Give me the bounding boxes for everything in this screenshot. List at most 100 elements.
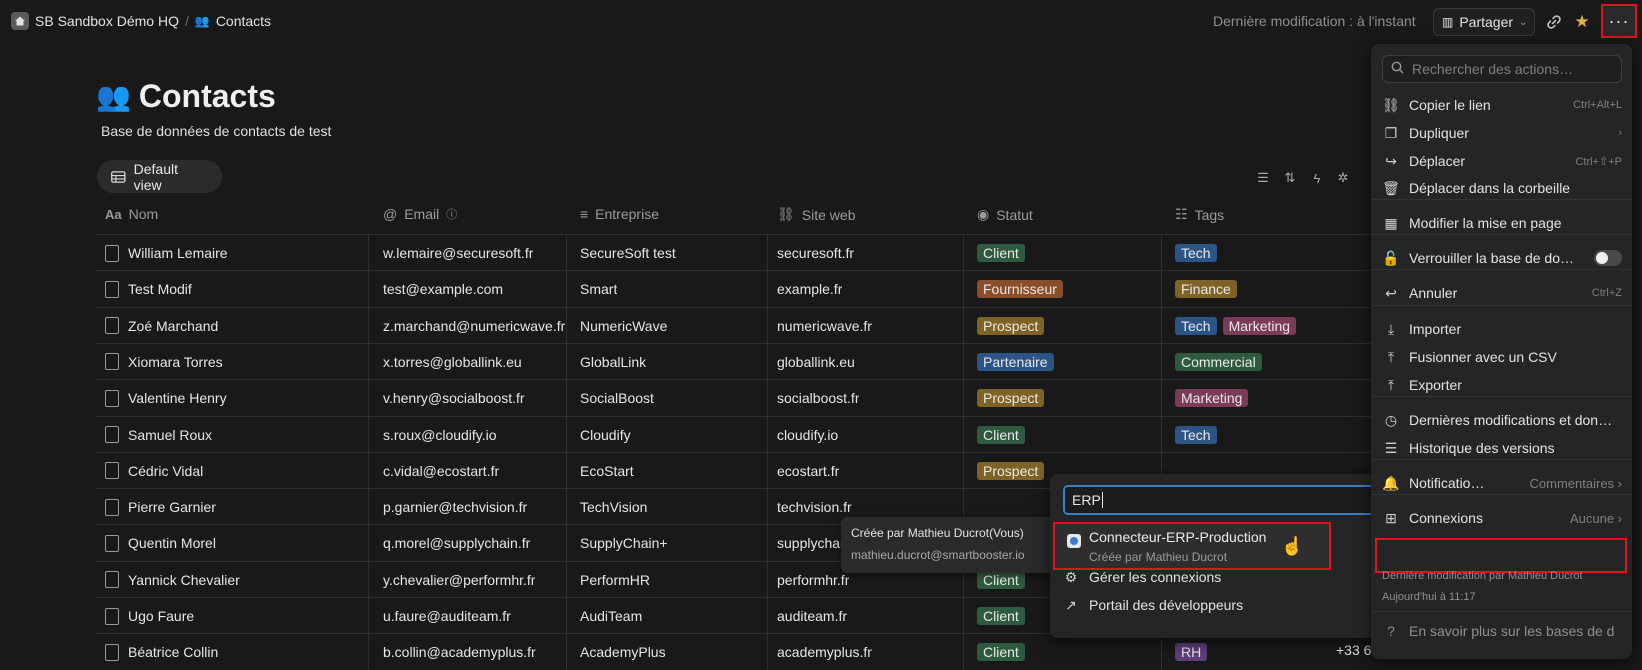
column-header-name[interactable]: Aa Nom bbox=[105, 206, 158, 222]
lock-toggle[interactable] bbox=[1594, 250, 1622, 266]
email-cell[interactable]: x.torres@globallink.eu bbox=[383, 344, 522, 380]
name-cell[interactable]: Test Modif bbox=[105, 271, 192, 307]
website-cell[interactable]: globallink.eu bbox=[777, 344, 855, 380]
tags-cell[interactable]: Finance bbox=[1175, 271, 1243, 307]
name-cell[interactable]: Ugo Faure bbox=[105, 598, 194, 634]
name-cell[interactable]: Samuel Roux bbox=[105, 417, 212, 453]
email-cell[interactable]: c.vidal@ecostart.fr bbox=[383, 453, 499, 489]
company-cell[interactable]: GlobalLink bbox=[580, 344, 646, 380]
menu-item-export[interactable]: ⤒ Exporter bbox=[1382, 371, 1622, 399]
email-cell[interactable]: test@example.com bbox=[383, 271, 503, 307]
tags-cell[interactable]: Tech Marketing bbox=[1175, 308, 1302, 344]
name-cell[interactable]: Quentin Morel bbox=[105, 525, 216, 561]
favorite-star-icon[interactable]: ★ bbox=[1572, 12, 1592, 32]
status-cell[interactable]: Client bbox=[977, 417, 1031, 453]
table-row[interactable]: Béatrice Collin b.collin@academyplus.fr Ac… bbox=[96, 633, 1376, 670]
name-cell[interactable]: William Lemaire bbox=[105, 235, 228, 271]
name-cell[interactable]: Cédric Vidal bbox=[105, 453, 203, 489]
sort-icon[interactable]: ⇅ bbox=[1282, 170, 1298, 186]
menu-item-trash[interactable]: 🗑 Déplacer dans la corbeille bbox=[1382, 174, 1622, 202]
learn-more-item[interactable]: ? En savoir plus sur les bases de d bbox=[1382, 617, 1622, 645]
automation-icon[interactable]: ϟ bbox=[1309, 170, 1325, 186]
menu-item-merge[interactable]: ⤒ Fusionner avec un CSV bbox=[1382, 343, 1622, 371]
connection-search-input[interactable]: ERP bbox=[1063, 485, 1383, 515]
name-cell[interactable]: Valentine Henry bbox=[105, 380, 227, 416]
developer-portal-item[interactable]: ↗ Portail des développeurs bbox=[1062, 591, 1362, 619]
menu-item-lock[interactable]: 🔓 Verrouiller la base de do… bbox=[1382, 244, 1622, 272]
name-cell[interactable]: Pierre Garnier bbox=[105, 489, 216, 525]
website-cell[interactable]: performhr.fr bbox=[777, 562, 849, 598]
copy-link-icon[interactable] bbox=[1544, 12, 1564, 32]
status-cell[interactable]: Client bbox=[977, 634, 1031, 670]
menu-item-move[interactable]: ↪ Déplacer Ctrl+⇧+P bbox=[1382, 147, 1622, 175]
status-cell[interactable]: Partenaire bbox=[977, 344, 1060, 380]
email-cell[interactable]: p.garnier@techvision.fr bbox=[383, 489, 527, 525]
email-cell[interactable]: b.collin@academyplus.fr bbox=[383, 634, 536, 670]
tags-cell[interactable]: Tech bbox=[1175, 417, 1223, 453]
website-cell[interactable]: securesoft.fr bbox=[777, 235, 854, 271]
actions-search-input[interactable]: Rechercher des actions… bbox=[1382, 55, 1622, 83]
company-cell[interactable]: Cloudify bbox=[580, 417, 631, 453]
company-cell[interactable]: TechVision bbox=[580, 489, 647, 525]
home-icon[interactable] bbox=[11, 12, 29, 30]
column-header-status[interactable]: ◉ Statut bbox=[977, 206, 1033, 223]
name-cell[interactable]: Yannick Chevalier bbox=[105, 562, 240, 598]
website-cell[interactable]: ecostart.fr bbox=[777, 453, 839, 489]
company-cell[interactable]: AcademyPlus bbox=[580, 634, 666, 670]
company-cell[interactable]: EcoStart bbox=[580, 453, 634, 489]
website-cell[interactable]: cloudify.io bbox=[777, 417, 838, 453]
menu-item-undo[interactable]: ↩ Annuler Ctrl+Z bbox=[1382, 279, 1622, 307]
website-cell[interactable]: numericwave.fr bbox=[777, 308, 872, 344]
menu-item-import[interactable]: ⤓ Importer bbox=[1382, 315, 1622, 343]
manage-connections-item[interactable]: ⚙ Gérer les connexions bbox=[1062, 563, 1362, 591]
breadcrumb-page[interactable]: Contacts bbox=[216, 13, 271, 29]
company-cell[interactable]: SocialBoost bbox=[580, 380, 654, 416]
status-cell[interactable]: Client bbox=[977, 598, 1031, 634]
column-header-email[interactable]: @ Email ⓘ bbox=[383, 206, 457, 222]
company-cell[interactable]: SecureSoft test bbox=[580, 235, 676, 271]
column-header-tags[interactable]: ☷ Tags bbox=[1175, 206, 1224, 223]
more-options-button[interactable]: ··· bbox=[1601, 4, 1637, 38]
website-cell[interactable]: academyplus.fr bbox=[777, 634, 872, 670]
name-cell[interactable]: Béatrice Collin bbox=[105, 634, 218, 670]
menu-item-layout[interactable]: ▦ Modifier la mise en page bbox=[1382, 209, 1622, 237]
email-cell[interactable]: w.lemaire@securesoft.fr bbox=[383, 235, 533, 271]
tags-cell[interactable]: Marketing bbox=[1175, 380, 1254, 416]
ai-sparkle-icon[interactable]: ✲ bbox=[1335, 170, 1351, 186]
table-row[interactable]: Samuel Roux s.roux@cloudify.io Cloudify clo… bbox=[96, 415, 1376, 453]
filter-icon[interactable]: ☰ bbox=[1255, 170, 1271, 186]
company-cell[interactable]: AudiTeam bbox=[580, 598, 642, 634]
email-cell[interactable]: s.roux@cloudify.io bbox=[383, 417, 497, 453]
menu-item-bell[interactable]: 🔔 Notificatio… Commentaires › bbox=[1382, 469, 1622, 497]
menu-item-connections[interactable]: ⊞ Connexions Aucune › bbox=[1382, 504, 1622, 532]
tags-cell[interactable]: Tech bbox=[1175, 235, 1223, 271]
status-cell[interactable]: Client bbox=[977, 235, 1031, 271]
menu-item-link[interactable]: ⛓ Copier le lien Ctrl+Alt+L bbox=[1382, 91, 1622, 119]
website-cell[interactable]: example.fr bbox=[777, 271, 842, 307]
company-cell[interactable]: Smart bbox=[580, 271, 617, 307]
breadcrumb-workspace[interactable]: SB Sandbox Démo HQ bbox=[35, 13, 179, 29]
table-row[interactable]: William Lemaire w.lemaire@securesoft.fr Se… bbox=[96, 234, 1376, 271]
website-cell[interactable]: socialboost.fr bbox=[777, 380, 859, 416]
tags-cell[interactable]: Commercial bbox=[1175, 344, 1268, 380]
email-cell[interactable]: z.marchand@numericwave.fr bbox=[383, 308, 565, 344]
website-cell[interactable]: auditeam.fr bbox=[777, 598, 847, 634]
column-header-company[interactable]: ≡ Entreprise bbox=[580, 206, 659, 222]
status-cell[interactable]: Prospect bbox=[977, 380, 1050, 416]
status-cell[interactable]: Prospect bbox=[977, 308, 1050, 344]
name-cell[interactable]: Xiomara Torres bbox=[105, 344, 223, 380]
name-cell[interactable]: Zoé Marchand bbox=[105, 308, 218, 344]
table-row[interactable]: Valentine Henry v.henry@socialboost.fr Soc… bbox=[96, 379, 1376, 417]
company-cell[interactable]: NumericWave bbox=[580, 308, 667, 344]
menu-item-duplicate[interactable]: ❐ Dupliquer › bbox=[1382, 119, 1622, 147]
email-cell[interactable]: v.henry@socialboost.fr bbox=[383, 380, 525, 416]
email-cell[interactable]: u.faure@auditeam.fr bbox=[383, 598, 511, 634]
status-cell[interactable]: Prospect bbox=[977, 453, 1050, 489]
table-row[interactable]: Xiomara Torres x.torres@globallink.eu Glob… bbox=[96, 342, 1376, 380]
menu-item-history[interactable]: ☰ Historique des versions bbox=[1382, 434, 1622, 462]
share-button[interactable]: ▥ Partager ⌄ bbox=[1433, 8, 1535, 36]
email-cell[interactable]: q.morel@supplychain.fr bbox=[383, 525, 530, 561]
table-row[interactable]: Zoé Marchand z.marchand@numericwave.fr Num… bbox=[96, 306, 1376, 344]
company-cell[interactable]: PerformHR bbox=[580, 562, 650, 598]
default-view-tab[interactable]: Default view bbox=[97, 160, 222, 193]
